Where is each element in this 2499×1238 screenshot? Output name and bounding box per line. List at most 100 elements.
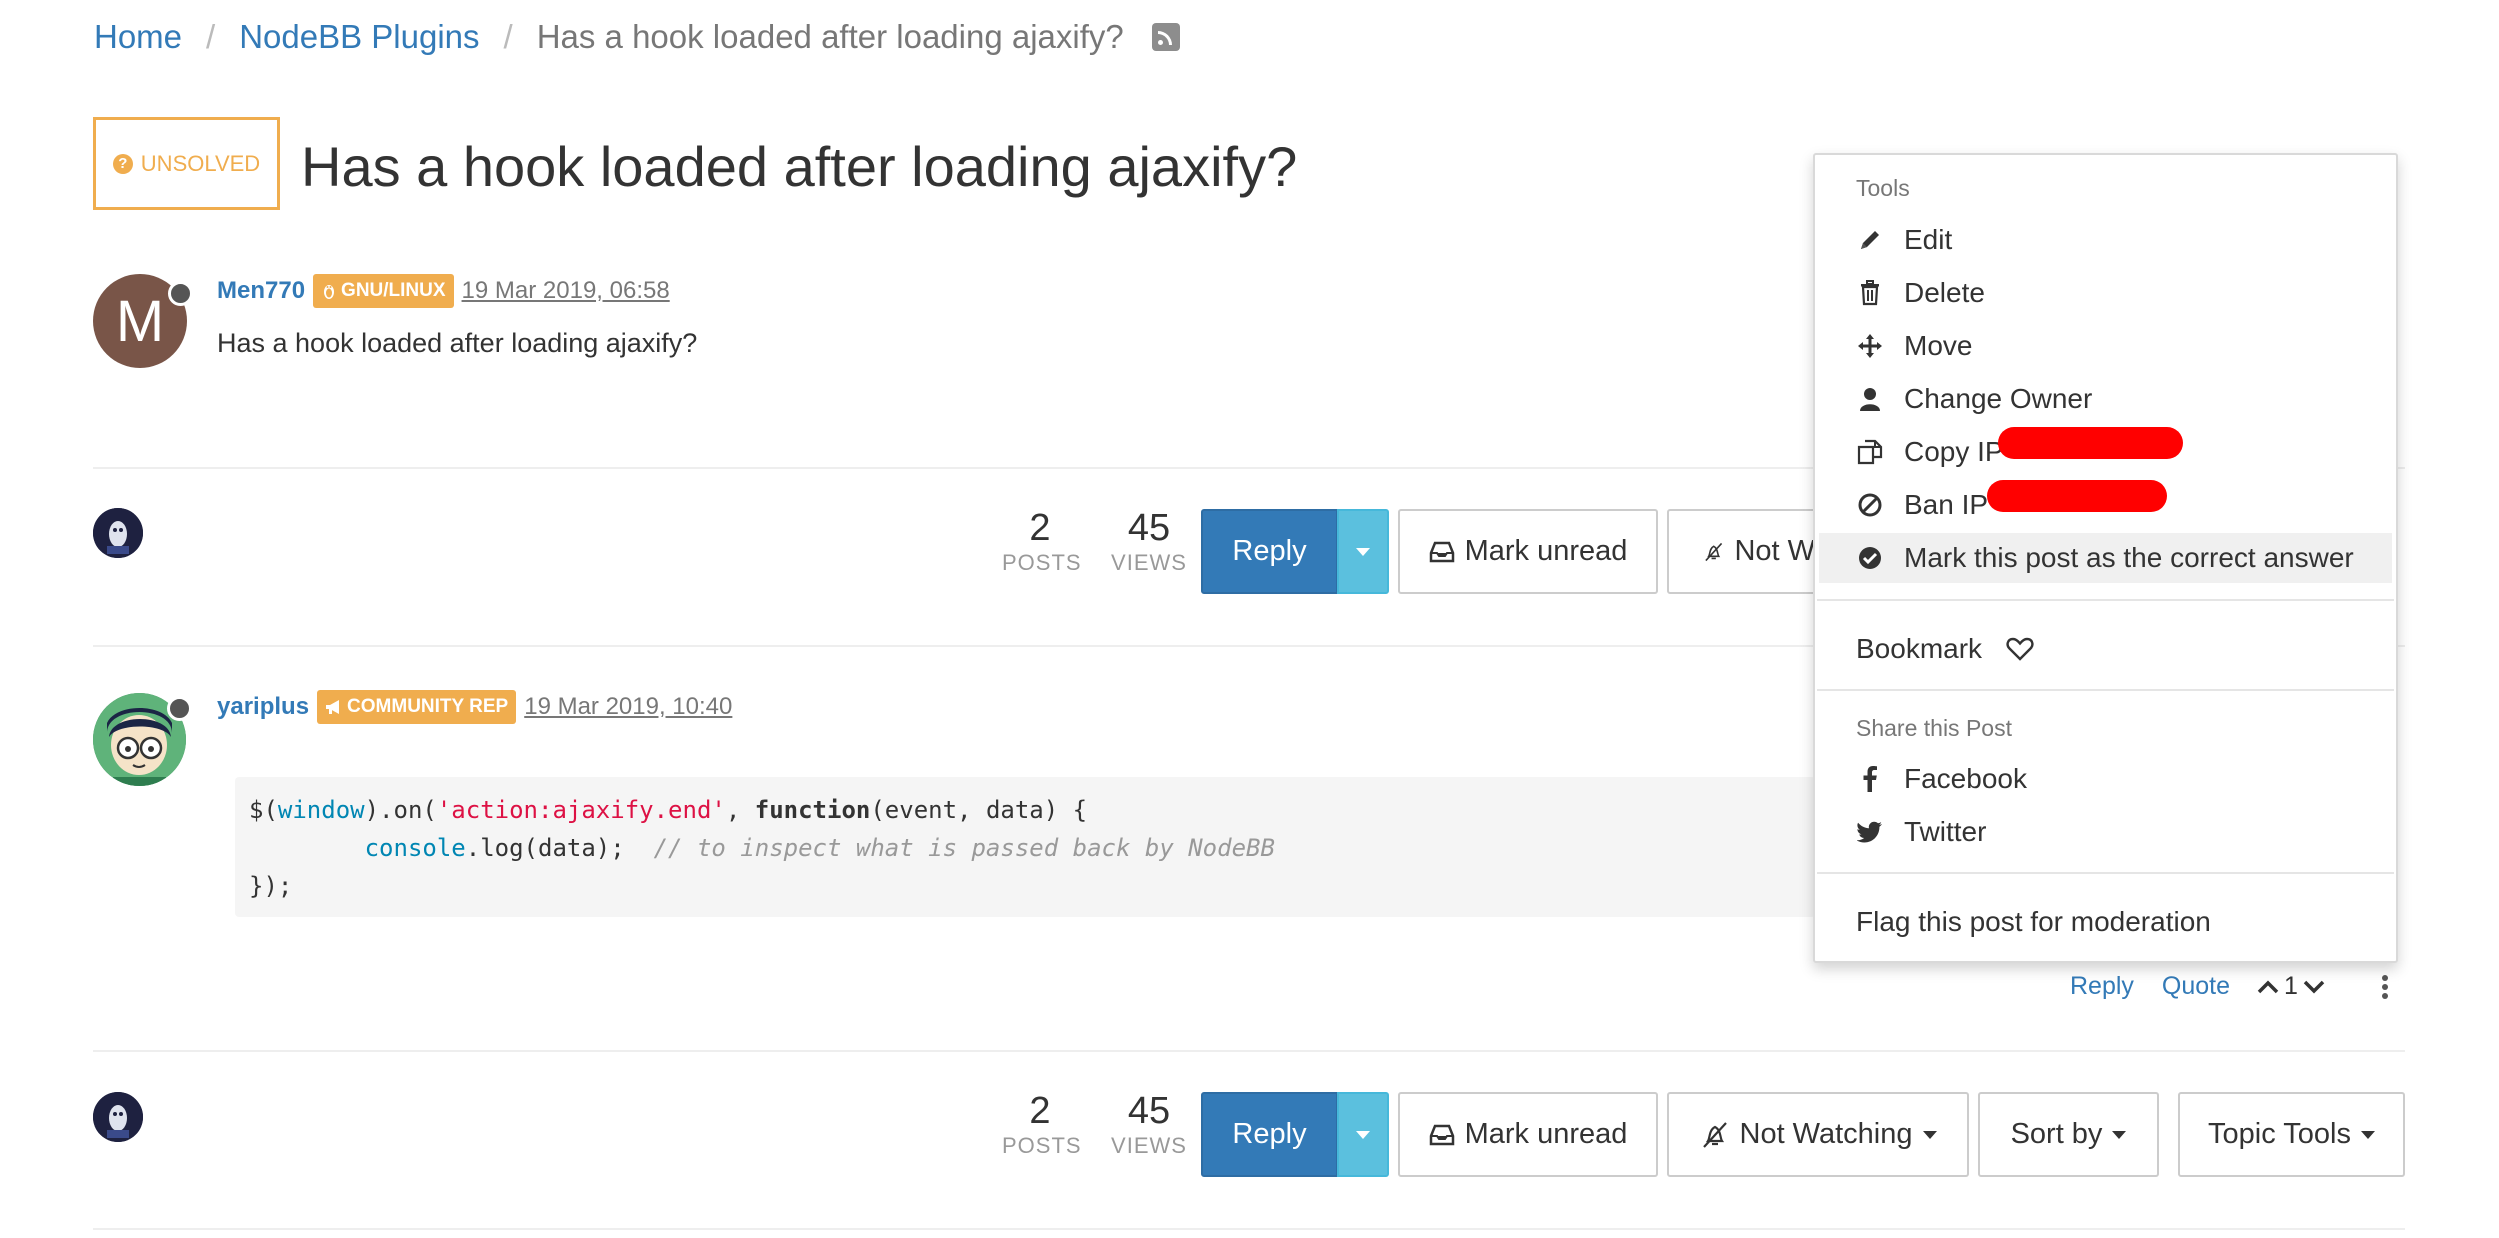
topic-title: Has a hook loaded after loading ajaxify? xyxy=(301,135,1298,198)
upvote-chevron-icon[interactable] xyxy=(2256,979,2280,995)
post-timestamp[interactable]: 19 Mar 2019, 10:40 xyxy=(524,693,732,721)
sort-by-label: Sort by xyxy=(2010,1118,2103,1150)
post-content: Has a hook loaded after loading ajaxify? xyxy=(217,328,698,358)
topic-page: Home / NodeBB Plugins / Has a hook loade… xyxy=(0,0,2499,1238)
post-tools-dropdown: Tools Edit Delete Move Change Owner Copy… xyxy=(1813,153,2398,963)
linux-penguin-icon xyxy=(324,285,335,299)
post-menu-kebab-icon[interactable] xyxy=(2380,974,2390,1000)
sort-by-button[interactable]: Sort by xyxy=(1978,1092,2159,1177)
question-circle-icon: ? xyxy=(112,153,133,174)
caret-down-icon xyxy=(1356,547,1370,556)
menu-item-label: Bookmark xyxy=(1856,633,1983,664)
posts-count: 2 xyxy=(1029,1090,1051,1132)
mark-unread-button[interactable]: Mark unread xyxy=(1398,509,1658,594)
code-line-2: console.log(data); // to inspect what is… xyxy=(249,829,1801,867)
menu-item-label: Move xyxy=(1904,330,1973,361)
code-line-1: $(window).on('action:ajaxify.end', funct… xyxy=(249,791,1801,829)
redaction-mark xyxy=(1987,480,2167,512)
offline-status-dot xyxy=(168,281,193,306)
code-token: ).on( xyxy=(364,796,437,824)
bell-slash-icon xyxy=(1702,1121,1727,1148)
menu-item-label: Twitter xyxy=(1904,816,1987,847)
menu-item-share-facebook[interactable]: Facebook xyxy=(1819,754,2392,804)
not-watching-button[interactable]: Not Watching xyxy=(1667,1092,1969,1177)
downvote-chevron-icon[interactable] xyxy=(2302,979,2326,995)
reply-button[interactable]: Reply xyxy=(1201,509,1338,594)
not-watching-button[interactable]: Not W xyxy=(1667,509,1817,594)
rss-icon[interactable] xyxy=(1151,23,1180,51)
username-link[interactable]: yariplus xyxy=(217,693,309,721)
tools-header: Tools xyxy=(1856,175,1910,201)
redaction-mark xyxy=(1998,427,2183,459)
views-count: 45 xyxy=(1127,507,1171,549)
menu-item-mark-correct-answer[interactable]: Mark this post as the correct answer xyxy=(1819,533,2392,583)
code-block: $(window).on('action:ajaxify.end', funct… xyxy=(235,777,1815,917)
inbox-icon xyxy=(1429,1124,1454,1145)
menu-divider xyxy=(1817,689,2394,691)
username-link[interactable]: Men770 xyxy=(217,277,305,305)
menu-item-label: Edit xyxy=(1904,224,1953,255)
user-avatar-small[interactable] xyxy=(93,1092,143,1142)
menu-item-label: Facebook xyxy=(1904,763,2027,794)
avatar-letter: M xyxy=(115,288,165,354)
caret-down-icon xyxy=(1356,1130,1370,1139)
inbox-icon xyxy=(1429,541,1454,562)
menu-item-bookmark[interactable]: Bookmark xyxy=(1819,624,2392,674)
topic-tools-button[interactable]: Topic Tools xyxy=(2178,1092,2405,1177)
group-badge-label: GNU/LINUX xyxy=(341,280,446,301)
code-token: 'action:ajaxify.end' xyxy=(436,796,726,824)
post-actions: Reply Quote 1 xyxy=(2070,972,2390,1001)
divider xyxy=(93,1228,2405,1230)
copy-icon xyxy=(1856,438,1884,466)
reply-options-button[interactable] xyxy=(1337,1092,1389,1177)
menu-item-label: Flag this post for moderation xyxy=(1856,906,2211,937)
menu-divider xyxy=(1817,872,2394,874)
menu-item-change-owner[interactable]: Change Owner xyxy=(1819,374,2392,424)
caret-down-icon xyxy=(2360,1130,2375,1139)
views-label: VIEWS xyxy=(1111,1133,1187,1158)
topic-tools-label: Topic Tools xyxy=(2208,1118,2351,1150)
post-header: yariplus COMMUNITY REP 19 Mar 2019, 10:4… xyxy=(217,690,732,724)
posts-count-stat: 2 POSTS xyxy=(1002,1090,1081,1159)
ban-icon xyxy=(1856,491,1884,519)
post-quote-link[interactable]: Quote xyxy=(2162,972,2230,1001)
menu-item-flag-post[interactable]: Flag this post for moderation xyxy=(1819,897,2392,947)
code-token: function xyxy=(754,796,871,824)
arrows-move-icon xyxy=(1856,332,1884,360)
post-timestamp[interactable]: 19 Mar 2019, 06:58 xyxy=(462,277,670,305)
menu-item-delete[interactable]: Delete xyxy=(1819,268,2392,318)
offline-status-dot xyxy=(167,696,192,721)
reply-button[interactable]: Reply xyxy=(1201,1092,1338,1177)
user-avatar-small[interactable] xyxy=(93,508,143,558)
code-token: // to inspect what is passed back by Nod… xyxy=(653,834,1275,862)
caret-down-icon xyxy=(1922,1130,1937,1139)
user-avatar-image-icon xyxy=(93,1092,143,1142)
group-badge[interactable]: GNU/LINUX xyxy=(313,274,454,308)
vote-count: 1 xyxy=(2284,972,2298,1000)
views-count-stat: 45 VIEWS xyxy=(1108,1090,1190,1159)
heart-outline-icon xyxy=(2006,635,2034,663)
user-avatar-image-icon xyxy=(93,508,143,558)
reply-options-button[interactable] xyxy=(1337,509,1389,594)
menu-item-move[interactable]: Move xyxy=(1819,321,2392,371)
breadcrumb-category-link[interactable]: NodeBB Plugins xyxy=(239,18,479,56)
mark-unread-button[interactable]: Mark unread xyxy=(1398,1092,1658,1177)
breadcrumb-current: Has a hook loaded after loading ajaxify? xyxy=(536,18,1124,55)
code-token: .log(data); xyxy=(465,834,654,862)
posts-label: POSTS xyxy=(1002,550,1082,575)
breadcrumb-separator: / xyxy=(206,18,216,55)
menu-item-share-twitter[interactable]: Twitter xyxy=(1819,807,2392,857)
posts-count-stat: 2 POSTS xyxy=(1002,507,1082,576)
group-badge[interactable]: COMMUNITY REP xyxy=(317,690,517,724)
menu-item-label: Delete xyxy=(1904,277,1985,308)
post-reply-link[interactable]: Reply xyxy=(2070,972,2134,1001)
menu-item-edit[interactable]: Edit xyxy=(1819,215,2392,265)
twitter-icon xyxy=(1856,818,1884,846)
mark-unread-label: Mark unread xyxy=(1464,1118,1628,1150)
views-count: 45 xyxy=(1127,1090,1171,1132)
check-circle-icon xyxy=(1856,544,1884,572)
user-icon xyxy=(1856,385,1884,413)
breadcrumb-home-link[interactable]: Home xyxy=(94,18,182,56)
code-token: (event, data) { xyxy=(870,796,1088,824)
